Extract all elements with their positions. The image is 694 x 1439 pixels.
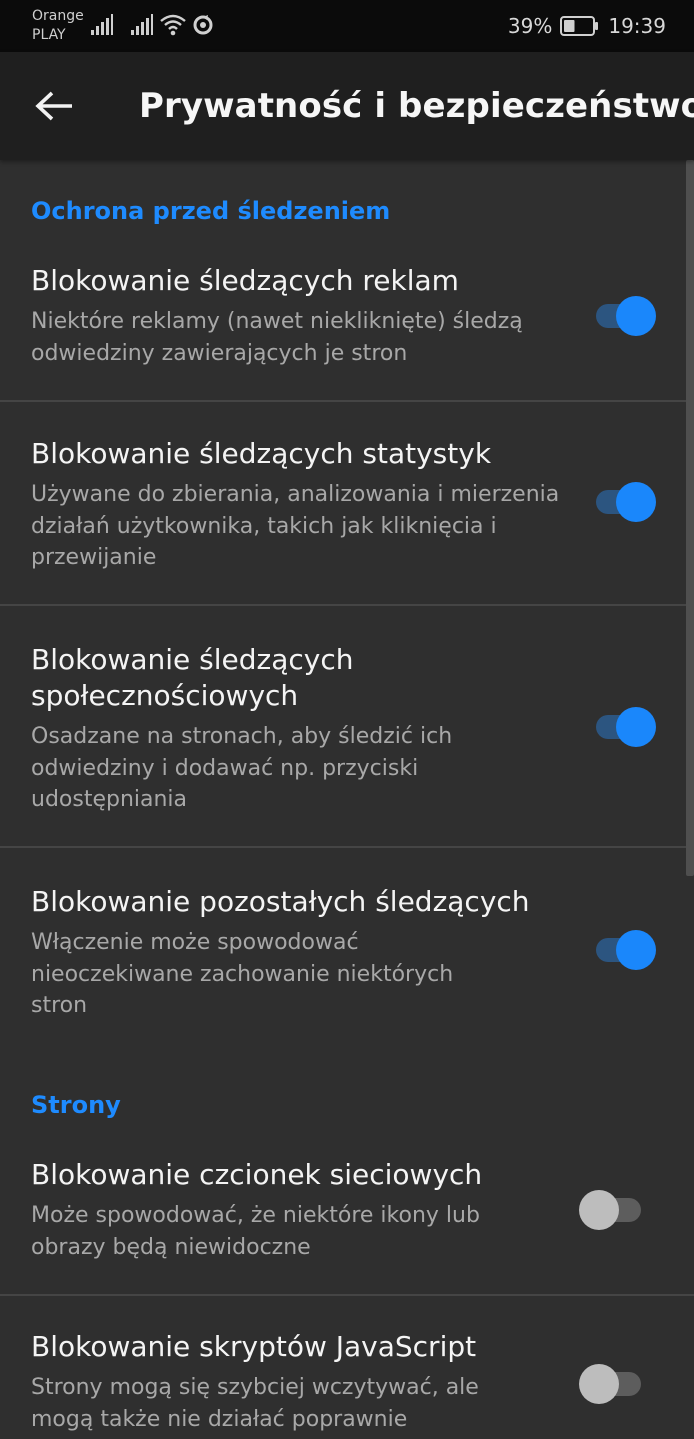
data-saver-icon (193, 15, 213, 35)
scrollbar[interactable] (686, 160, 694, 876)
section-header-sites: Strony (31, 1091, 121, 1119)
toggle-thumb (616, 296, 656, 336)
section-header-tracking-protection: Ochrona przed śledzeniem (31, 197, 391, 225)
setting-title: Blokowanie śledzących społecznościowych (31, 643, 354, 712)
setting-description: Może spowodować, że niektóre ikony lub o… (31, 1203, 480, 1260)
carrier-network: PLAY (32, 27, 66, 43)
setting-title: Blokowanie śledzących reklam (31, 264, 459, 297)
toggle-thumb (579, 1364, 619, 1404)
page-title: Prywatność i bezpieczeństwo (139, 86, 694, 126)
wifi-icon (160, 14, 186, 36)
setting-description: Włączenie może spowodować nieoczekiwane … (31, 930, 454, 1018)
clock: 19:39 (608, 14, 666, 38)
signal-icon (131, 14, 153, 35)
toggle-block-web-fonts[interactable] (579, 1190, 641, 1230)
carrier-name: Orange (32, 8, 84, 24)
setting-block-other-trackers[interactable]: Blokowanie pozostałych śledzących Włącze… (0, 848, 694, 1048)
signal-icon (91, 14, 113, 35)
setting-description: Osadzane na stronach, aby śledzić ich od… (31, 724, 453, 812)
setting-title: Blokowanie skryptów JavaScript (31, 1330, 477, 1363)
toggle-block-other-trackers[interactable] (596, 930, 656, 970)
setting-title: Blokowanie pozostałych śledzących (31, 885, 530, 918)
toggle-block-ad-trackers[interactable] (596, 296, 656, 336)
status-right: 39% 19:39 (508, 12, 666, 40)
status-icons (90, 12, 214, 38)
setting-title: Blokowanie czcionek sieciowych (31, 1158, 483, 1191)
app-bar: Prywatność i bezpieczeństwo (0, 52, 694, 160)
toggle-thumb (616, 707, 656, 747)
setting-block-javascript[interactable]: Blokowanie skryptów JavaScript Strony mo… (0, 1296, 694, 1439)
arrow-left-icon (35, 91, 72, 121)
setting-block-analytics-trackers[interactable]: Blokowanie śledzących statystyk Używane … (0, 402, 694, 604)
setting-description: Niektóre reklamy (nawet niekliknięte) śl… (31, 309, 523, 366)
toggle-thumb (616, 482, 656, 522)
battery-percent: 39% (507, 14, 553, 38)
toggle-block-analytics-trackers[interactable] (596, 482, 656, 522)
setting-description: Strony mogą się szybciej wczytywać, ale … (31, 1375, 479, 1432)
toggle-thumb (579, 1190, 619, 1230)
toggle-block-javascript[interactable] (579, 1364, 641, 1404)
setting-block-social-trackers[interactable]: Blokowanie śledzących społecznościowych … (0, 606, 694, 846)
settings-list[interactable]: Ochrona przed śledzeniem Blokowanie śled… (0, 160, 694, 1439)
setting-description: Używane do zbierania, analizowania i mie… (31, 482, 560, 570)
toggle-thumb (616, 930, 656, 970)
status-bar: Orange PLAY 39% 19:39 (0, 0, 694, 52)
setting-block-ad-trackers[interactable]: Blokowanie śledzących reklam Niektóre re… (0, 256, 694, 400)
toggle-block-social-trackers[interactable] (596, 707, 656, 747)
setting-title: Blokowanie śledzących statystyk (31, 437, 492, 470)
battery-icon (560, 16, 599, 36)
carrier-label: Orange PLAY (32, 7, 84, 45)
setting-block-web-fonts[interactable]: Blokowanie czcionek sieciowych Może spow… (0, 1150, 694, 1294)
back-button[interactable] (26, 82, 82, 130)
